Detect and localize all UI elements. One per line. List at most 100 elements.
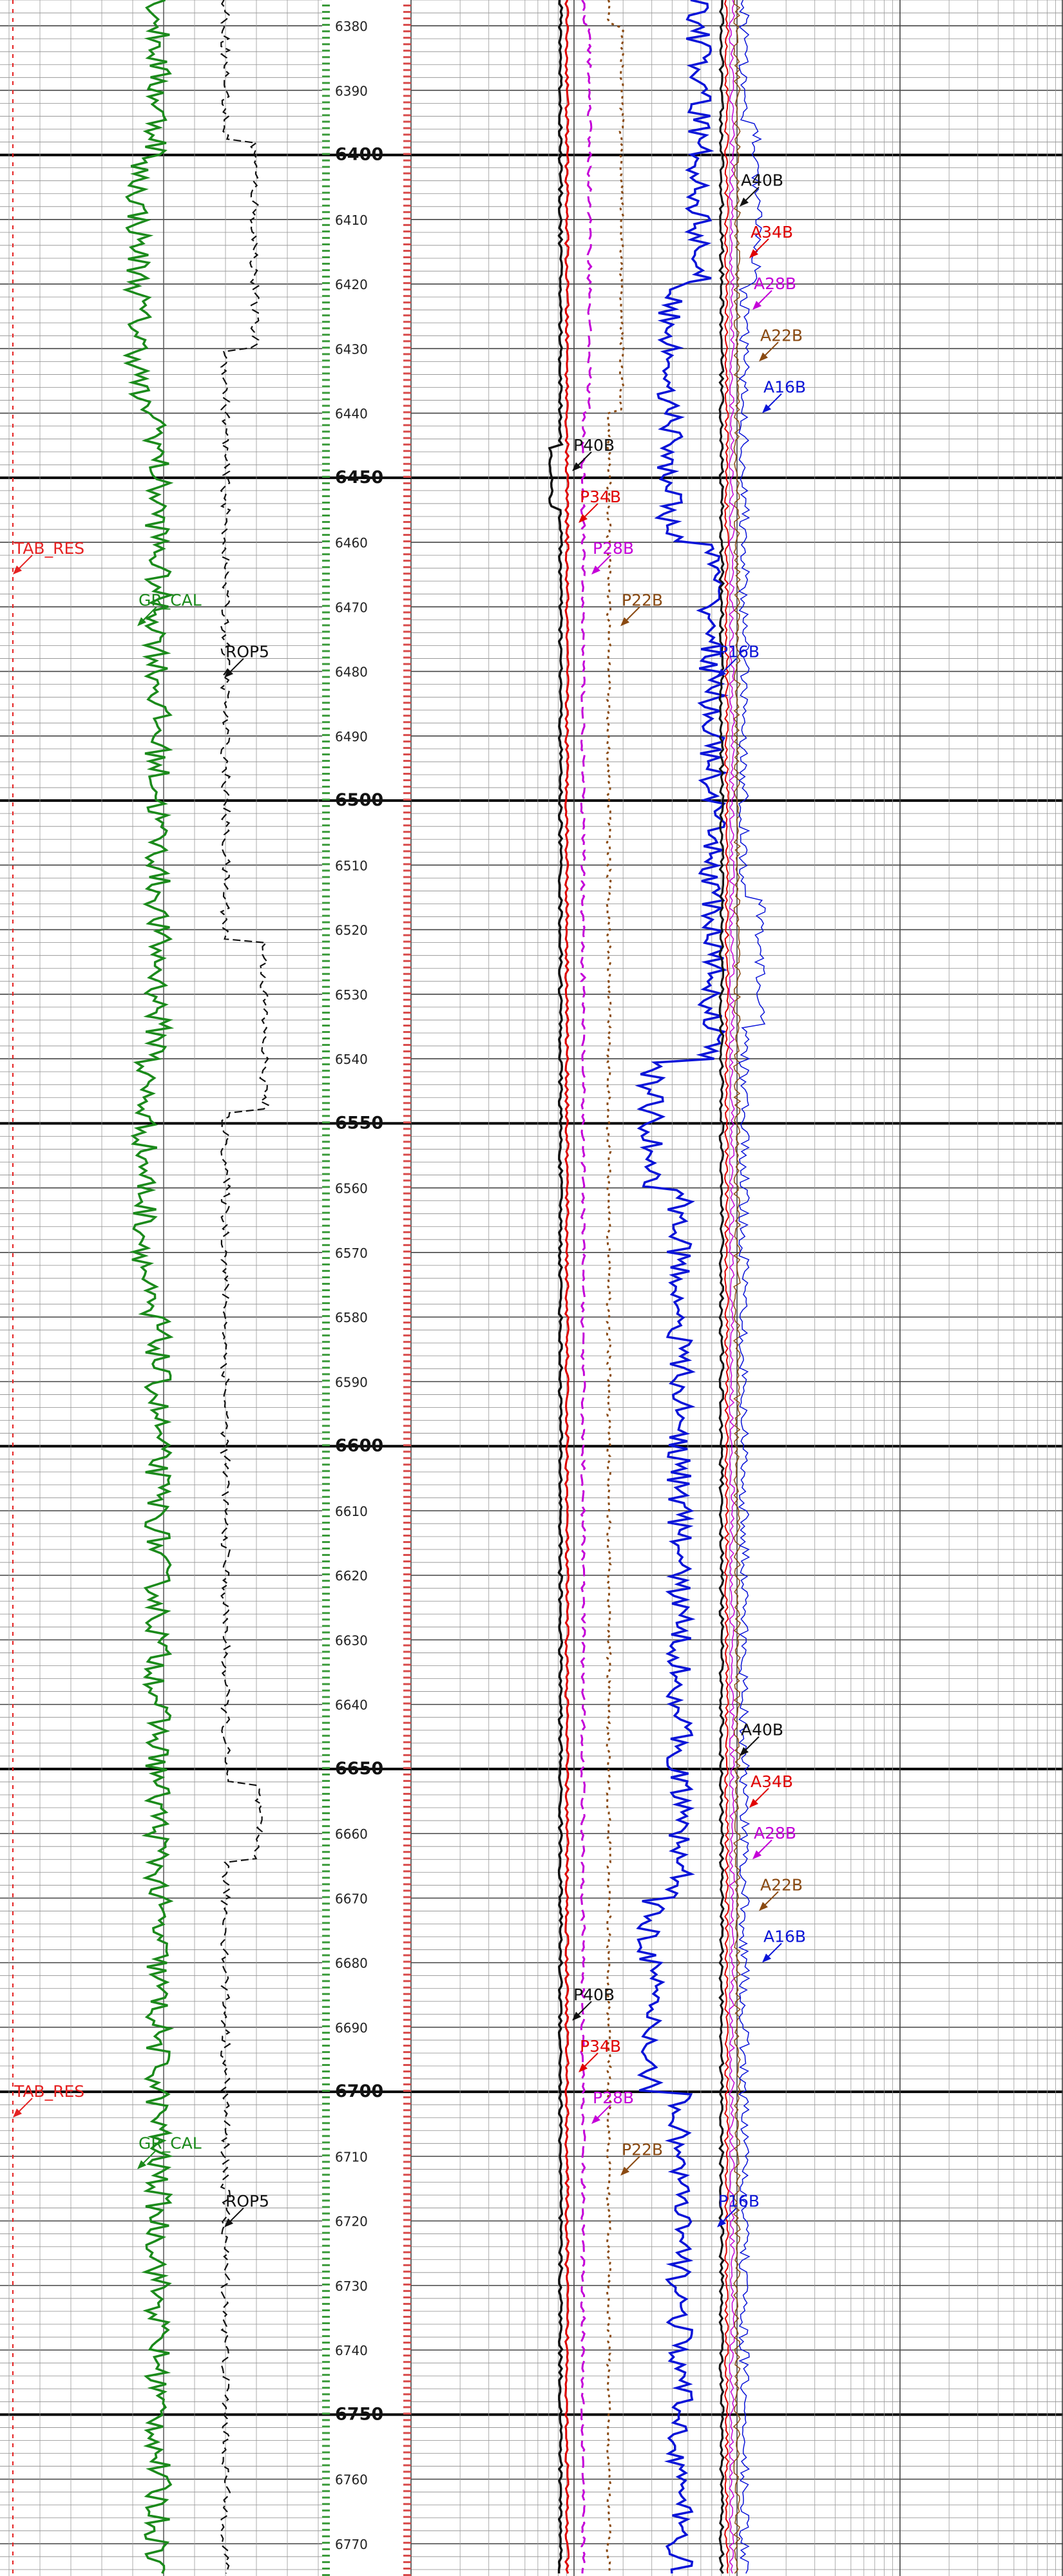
depth-tick-right [403,217,411,220]
depth-tick-left [322,249,330,252]
depth-tick-left [322,1560,330,1563]
depth-tick-right [403,1334,411,1337]
depth-tick-right [403,1482,411,1485]
depth-tick-right [403,43,411,46]
depth-tick-left [322,1282,330,1285]
depth-tick-right [403,2103,411,2105]
depth-tick-left [322,2554,330,2557]
depth-label: 6450 [335,468,383,488]
depth-tick-right [403,2515,411,2518]
depth-tick-right [403,792,411,795]
depth-tick-right [403,327,411,330]
depth-tick-left [322,1011,330,1014]
depth-tick-left [322,1889,330,1892]
depth-tick-right [403,2270,411,2273]
depth-tick-left [322,153,330,155]
depth-tick-left [322,908,330,911]
depth-tick-left [322,566,330,569]
depth-tick-right [403,1431,411,1434]
depth-tick-left [322,2503,330,2505]
depth-tick-left [322,114,330,117]
depth-tick-right [403,650,411,652]
depth-tick-right [403,2393,411,2396]
depth-tick-left [322,527,330,530]
depth-tick-left [322,2231,330,2234]
depth-tick-left [322,2225,330,2228]
depth-tick-left [322,688,330,691]
curve-p34b [564,0,570,2574]
depth-tick-right [403,2219,411,2221]
depth-tick-right [403,721,411,723]
depth-tick-left [322,295,330,298]
depth-tick-right [403,1205,411,1208]
depth-tick-right [403,1625,411,1627]
depth-tick-right [403,1534,411,1537]
depth-tick-left [322,1237,330,1240]
depth-tick-left [322,411,330,413]
depth-tick-right [403,2503,411,2505]
depth-tick-left [322,585,330,588]
depth-tick-right [403,230,411,232]
depth-tick-left [322,2012,330,2014]
depth-tick-left [322,507,330,510]
depth-tick-right [403,1999,411,2002]
depth-tick-right [403,2438,411,2441]
depth-tick-right [403,553,411,556]
depth-label: 6440 [335,406,368,422]
depth-tick-right [403,630,411,633]
depth-tick-right [403,972,411,975]
depth-tick-left [322,1651,330,1653]
depth-label: 6640 [335,1698,368,1713]
depth-tick-left [322,1134,330,1137]
depth-tick-right [403,301,411,304]
depth-tick-right [403,2167,411,2170]
depth-tick-right [403,495,411,497]
depth-tick-right [403,1902,411,1905]
depth-tick-right [403,1089,411,1092]
depth-tick-right [403,2199,411,2202]
depth-tick-left [322,43,330,46]
depth-tick-right [403,1954,411,1956]
curve-label-p40b: P40B [573,436,615,455]
depth-tick-right [403,2206,411,2208]
depth-tick-right [403,2012,411,2014]
depth-tick-left [322,56,330,59]
depth-tick-left [322,714,330,717]
depth-tick-left [322,321,330,323]
depth-tick-right [403,656,411,659]
depth-tick-left [322,1347,330,1350]
depth-tick-right [403,2264,411,2266]
depth-tick-left [322,960,330,962]
depth-tick-left [322,869,330,872]
depth-tick-left [322,2005,330,2008]
depth-tick-left [322,1676,330,1679]
depth-tick-right [403,2296,411,2298]
depth-tick-right [403,1715,411,1718]
depth-tick-right [403,249,411,252]
depth-tick-left [322,979,330,981]
depth-tick-left [322,37,330,39]
depth-tick-right [403,1689,411,1692]
depth-tick-right [403,779,411,782]
depth-tick-right [403,1121,411,1124]
depth-tick-left [322,1495,330,1498]
depth-tick-left [322,2270,330,2273]
depth-tick-left [322,2354,330,2357]
depth-tick-right [403,1256,411,1259]
depth-tick-right [403,1231,411,1233]
depth-tick-left [322,1269,330,1272]
depth-label: 6490 [335,729,368,744]
depth-tick-right [403,114,411,117]
depth-tick-right [403,844,411,846]
depth-tick-right [403,2406,411,2409]
depth-tick-right [403,1973,411,1976]
depth-label: 6580 [335,1310,368,1325]
curve-label-p40b: P40B [573,1985,615,2004]
depth-tick-right [403,1638,411,1640]
depth-tick-left [322,1638,330,1640]
depth-tick-right [403,1102,411,1104]
depth-tick-left [322,1760,330,1763]
depth-label: 6680 [335,1956,368,1971]
depth-tick-right [403,62,411,65]
depth-tick-right [403,88,411,91]
